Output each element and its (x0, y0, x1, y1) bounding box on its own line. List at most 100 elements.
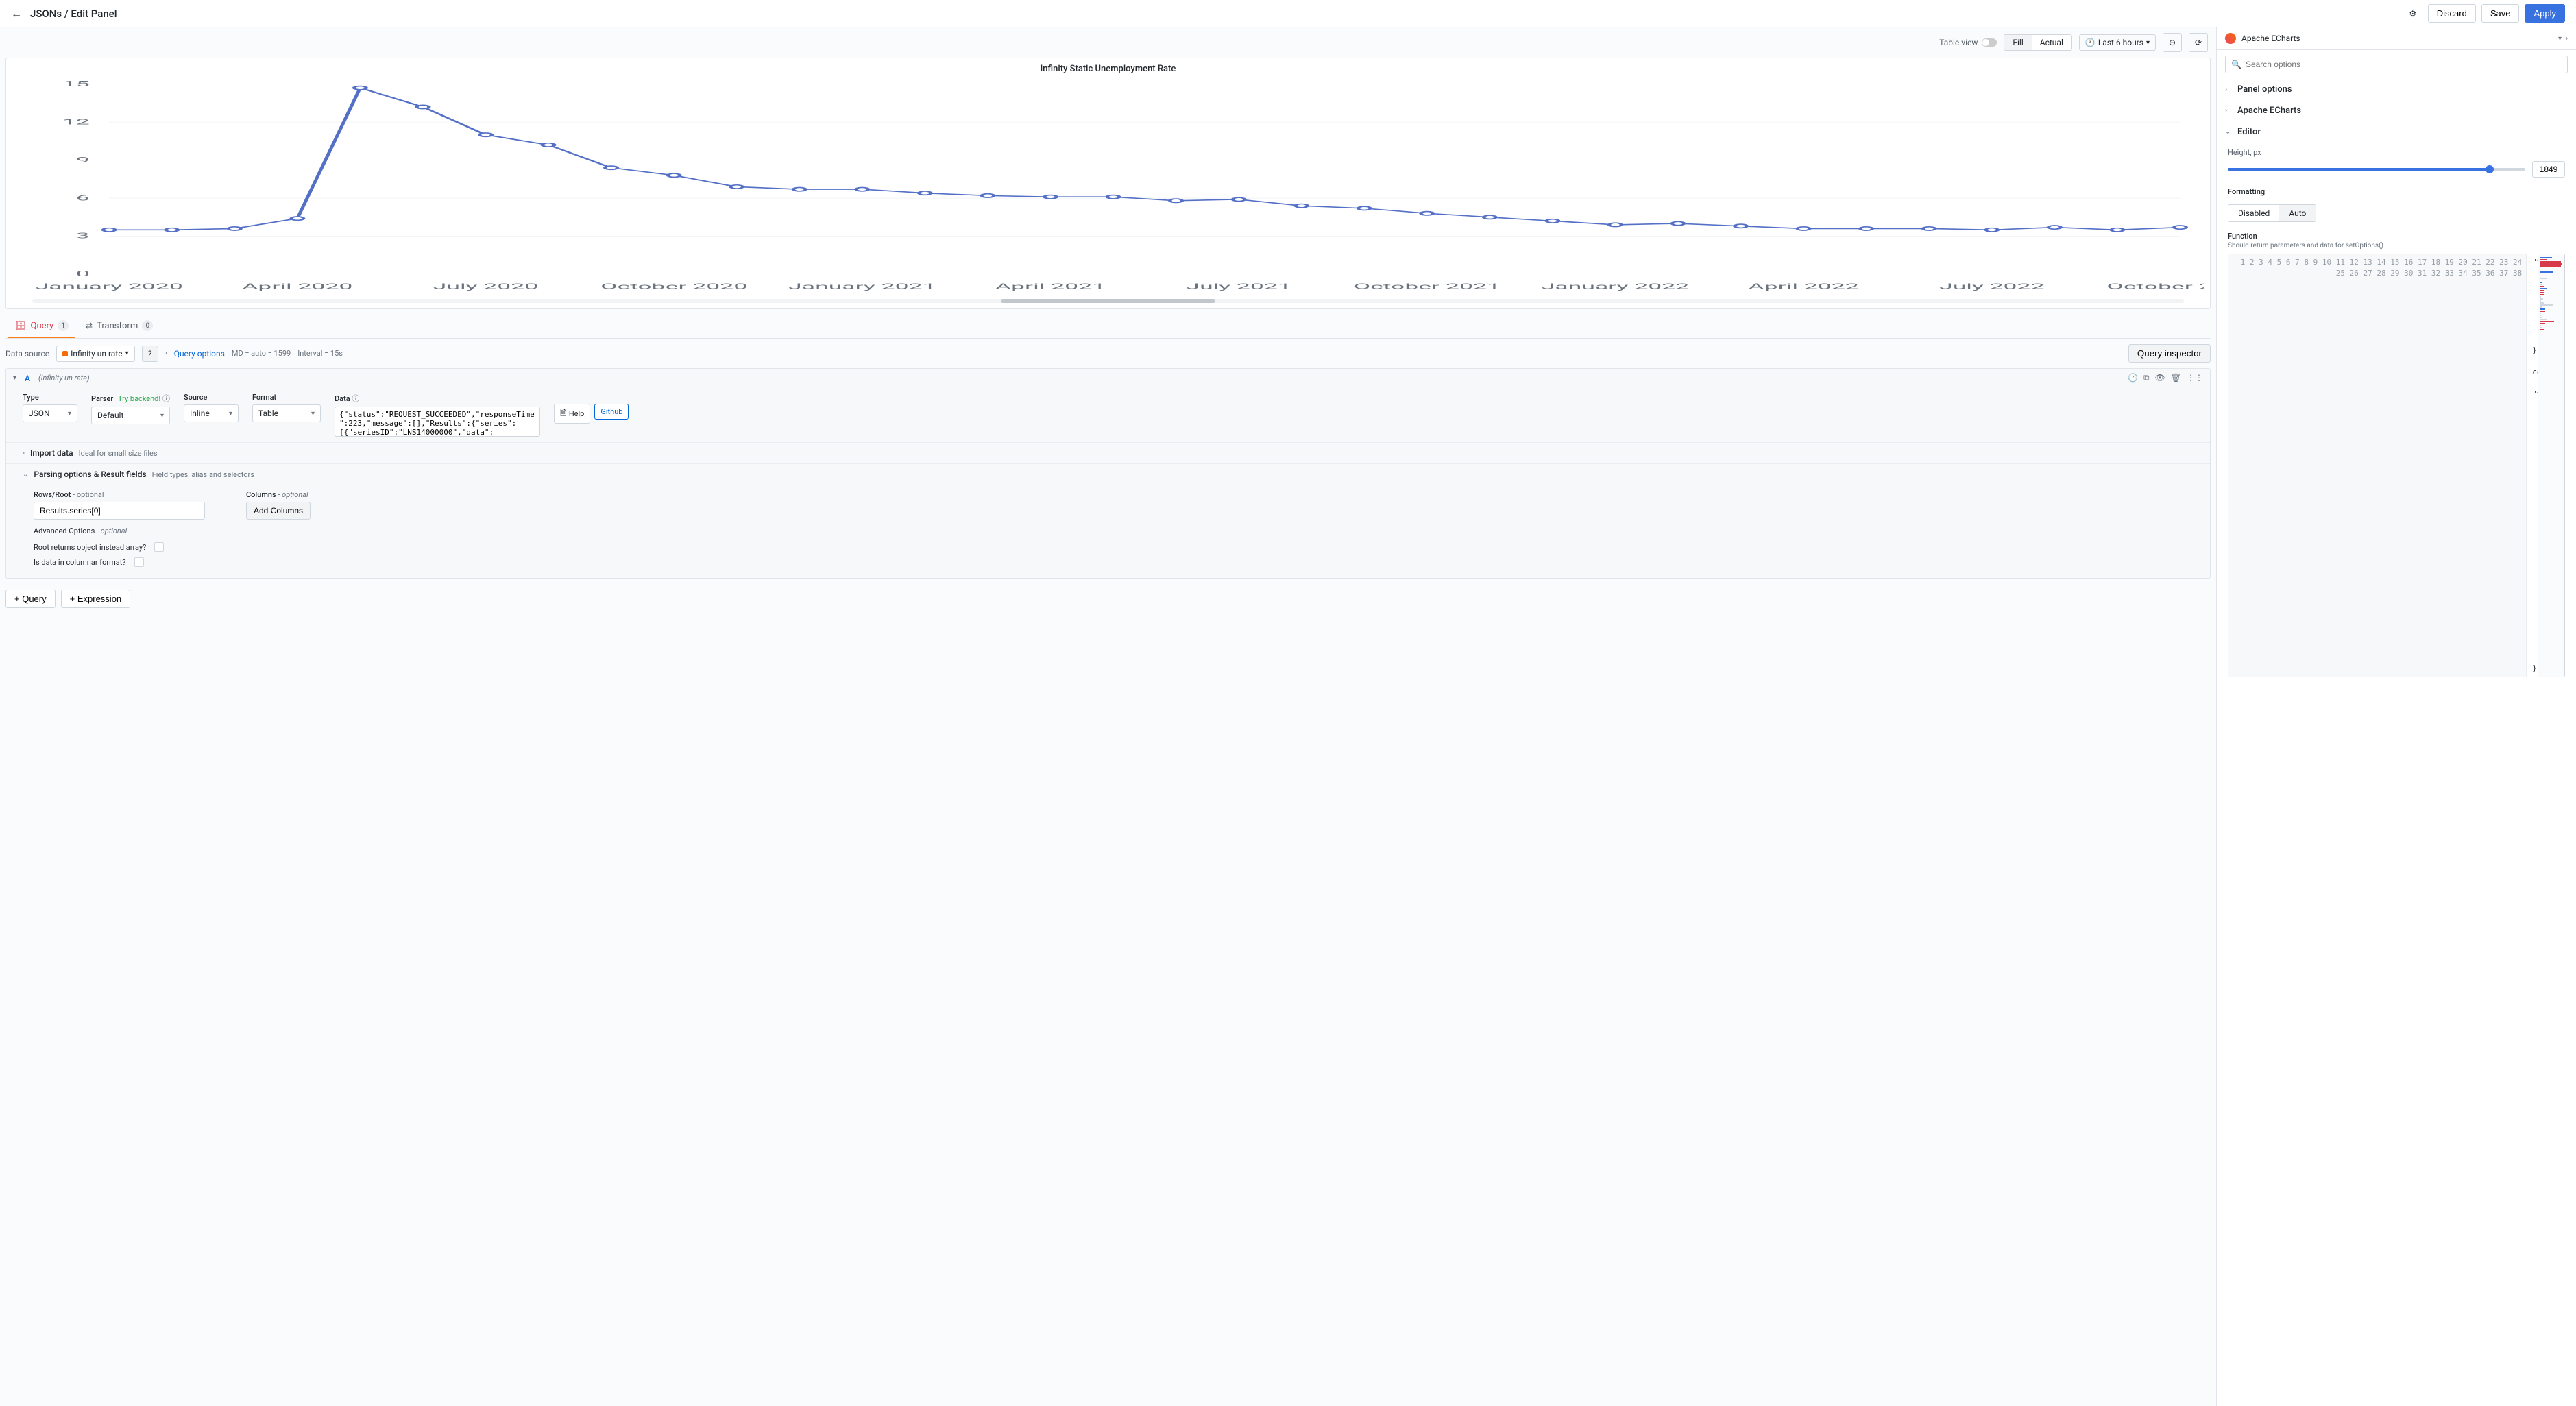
svg-text:July 2021: July 2021 (1186, 282, 1291, 291)
svg-text:3: 3 (76, 232, 90, 240)
chevron-right-icon: › (165, 350, 167, 357)
query-inspector-button[interactable]: Query inspector (2128, 344, 2211, 363)
ds-help-icon[interactable]: ? (142, 346, 158, 362)
table-view-toggle[interactable]: Table view (1939, 38, 1997, 47)
formatting-disabled[interactable]: Disabled (2228, 205, 2279, 221)
height-value-input[interactable] (2532, 161, 2565, 178)
echarts-section[interactable]: › Apache ECharts (2217, 100, 2576, 121)
function-label: Function (2228, 232, 2565, 241)
options-sidebar: Apache ECharts ▾ › 🔍 › Panel options › A… (2216, 27, 2576, 1406)
svg-text:January 2022: January 2022 (1542, 282, 1689, 291)
root-obj-checkbox[interactable] (154, 542, 164, 552)
columns-label: Columns - optional (246, 490, 311, 499)
query-tabs: 🗄 Query 1 ⇄ Transform 0 (5, 315, 2211, 339)
ds-logo-icon (62, 351, 68, 356)
fill-option[interactable]: Fill (2004, 35, 2031, 50)
format-select[interactable]: Table▾ (252, 404, 321, 422)
chevron-down-icon[interactable]: ▾ (2558, 35, 2562, 43)
formatting-segmented: Disabled Auto (2228, 204, 2316, 222)
minimap[interactable] (2538, 254, 2564, 677)
transform-icon: ⇄ (85, 321, 93, 331)
chart-svg: 36912150 January 2020April 2020July 2020… (12, 77, 2204, 296)
search-icon: 🔍 (2231, 60, 2241, 69)
data-textarea[interactable] (335, 407, 540, 437)
viz-picker[interactable]: Apache ECharts (2225, 33, 2300, 44)
chevron-right-icon: › (2225, 107, 2232, 114)
advanced-options-label: Advanced Options - optional (34, 526, 2183, 535)
query-editor-a: ▾ A (Infinity un rate) 🕐 ⧉ 👁 🗑 ⋮⋮ Type (5, 368, 2211, 579)
query-ref-id[interactable]: A (25, 374, 30, 383)
type-select[interactable]: JSON▾ (23, 404, 77, 422)
root-obj-label: Root returns object instead array? (34, 543, 146, 552)
table-view-label: Table view (1939, 38, 1978, 47)
fill-actual-segmented: Fill Actual (2004, 34, 2072, 51)
svg-text:July 2022: July 2022 (1939, 282, 2044, 291)
query-time-icon[interactable]: 🕐 (2128, 373, 2138, 383)
back-arrow-icon[interactable]: ← (11, 7, 22, 21)
github-button[interactable]: Github (594, 404, 629, 420)
svg-text:6: 6 (76, 194, 90, 202)
apply-button[interactable]: Apply (2525, 4, 2565, 23)
search-options-input[interactable]: 🔍 (2225, 56, 2568, 73)
switch-icon[interactable] (1982, 38, 1997, 47)
panel-options-section[interactable]: › Panel options (2217, 79, 2576, 100)
chart-scrollbar[interactable] (32, 299, 2184, 303)
query-icon: 🗄 (15, 321, 27, 331)
height-label: Height, px (2228, 148, 2565, 157)
columnar-checkbox[interactable] (134, 557, 144, 567)
chevron-down-icon[interactable]: ▾ (13, 374, 16, 382)
query-duplicate-icon[interactable]: ⧉ (2143, 373, 2150, 383)
tab-transform[interactable]: ⇄ Transform 0 (78, 315, 160, 338)
chart-panel: Infinity Static Unemployment Rate 369121… (5, 58, 2211, 309)
source-label: Source (184, 393, 239, 402)
rows-root-input[interactable] (34, 502, 205, 520)
rows-root-label: Rows/Root - optional (34, 490, 205, 499)
chevron-down-icon: ⌄ (2225, 128, 2232, 136)
query-eye-icon[interactable]: 👁 (2155, 373, 2165, 383)
clock-icon: 🕐 (2085, 38, 2095, 47)
ds-label: Data source (5, 349, 49, 359)
source-select[interactable]: Inline▾ (184, 404, 239, 422)
save-button[interactable]: Save (2481, 4, 2520, 23)
datasource-select[interactable]: Infinity un rate ▾ (56, 346, 135, 362)
svg-text:October 2020: October 2020 (600, 282, 747, 291)
help-button[interactable]: 🗎Help (554, 404, 590, 424)
editor-section[interactable]: ⌄ Editor (2217, 121, 2576, 143)
time-range-label: Last 6 hours (2098, 38, 2143, 47)
time-range-picker[interactable]: 🕐 Last 6 hours ▾ (2079, 34, 2156, 51)
chart-title: Infinity Static Unemployment Rate (12, 64, 2204, 74)
zoom-out-icon[interactable]: ⊖ (2163, 33, 2182, 52)
discard-button[interactable]: Discard (2428, 4, 2476, 23)
svg-text:April 2022: April 2022 (1749, 282, 1859, 291)
height-slider[interactable] (2228, 168, 2525, 171)
query-row-header: Data source Infinity un rate ▾ ? › Query… (5, 339, 2211, 368)
help-icon: 🗎 (560, 407, 566, 420)
svg-text:October 2021: October 2021 (1354, 282, 1500, 291)
chevron-down-icon: ▾ (2146, 39, 2150, 47)
svg-text:January 2021: January 2021 (788, 282, 936, 291)
formatting-label: Formatting (2228, 187, 2565, 196)
code-editor[interactable]: 1 2 3 4 5 6 7 8 9 10 11 12 13 14 15 16 1… (2228, 254, 2565, 677)
svg-text:15: 15 (62, 80, 90, 88)
formatting-auto[interactable]: Auto (2279, 205, 2316, 221)
query-drag-icon[interactable]: ⋮⋮ (2187, 373, 2203, 383)
actual-option[interactable]: Actual (2032, 35, 2071, 50)
refresh-icon[interactable]: ⟳ (2189, 33, 2208, 52)
tab-query[interactable]: 🗄 Query 1 (8, 315, 75, 338)
add-query-button[interactable]: + Query (5, 590, 56, 608)
gear-icon[interactable]: ⚙ (2403, 4, 2422, 23)
svg-text:January 2020: January 2020 (36, 282, 183, 291)
chevron-right-icon: › (2225, 86, 2232, 93)
data-label: Data ⓘ (335, 393, 540, 404)
query-ds-hint: (Infinity un rate) (38, 374, 90, 383)
parser-label: Parser Try backend! ⓘ (91, 393, 170, 404)
chevron-right-icon[interactable]: › (2566, 35, 2568, 43)
chevron-down-icon: ▾ (125, 350, 129, 357)
query-trash-icon[interactable]: 🗑 (2171, 373, 2181, 383)
parsing-options-row[interactable]: ⌄ Parsing options & Result fields Field … (6, 463, 2210, 485)
query-options-link[interactable]: Query options (174, 349, 225, 359)
import-data-row[interactable]: › Import data Ideal for small size files (6, 442, 2210, 463)
add-expression-button[interactable]: + Expression (61, 590, 131, 608)
parser-select[interactable]: Default▾ (91, 407, 170, 424)
add-columns-button[interactable]: Add Columns (246, 502, 311, 520)
